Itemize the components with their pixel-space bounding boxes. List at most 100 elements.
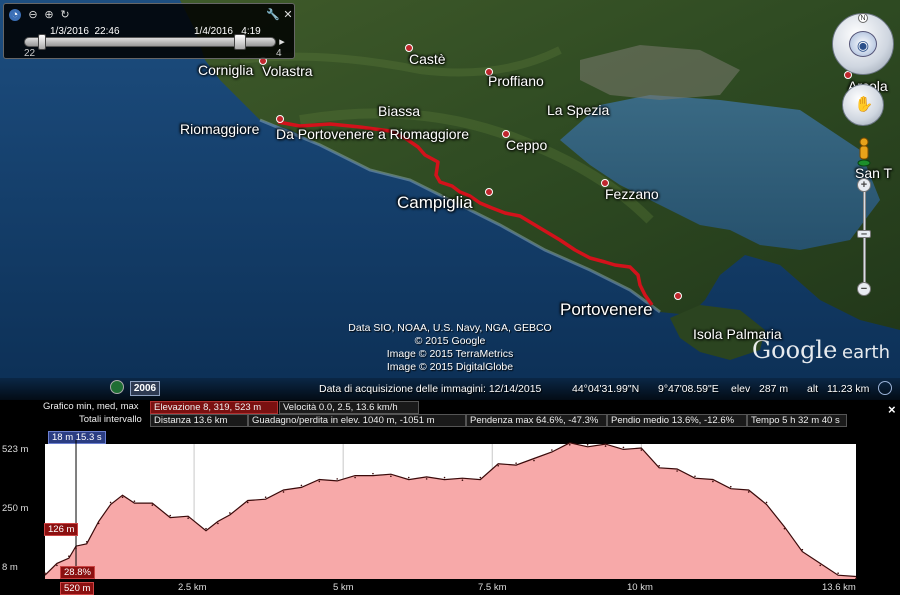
elevation-point — [694, 475, 696, 478]
start-date: 1/3/2016 22:46 — [50, 26, 120, 37]
slider-right-number: 4 — [276, 48, 282, 59]
totals-label: Totali intervallo — [79, 414, 142, 425]
cursor-distance-tag: 520 m — [60, 582, 95, 595]
elevation-point — [729, 485, 732, 488]
elevation-point — [819, 564, 822, 567]
north-icon[interactable]: N — [858, 13, 868, 23]
step-forward-icon[interactable]: ▸ — [276, 36, 288, 48]
refresh-icon[interactable]: ↻ — [59, 9, 71, 21]
place-pin[interactable] — [485, 188, 493, 196]
slider-left-number: 22 — [24, 48, 36, 59]
google-earth-window: Google earth Corniglia Volastra Castè Pr… — [0, 0, 900, 595]
elevation-chart[interactable] — [0, 440, 900, 595]
place-label-volastra[interactable]: Volastra — [262, 63, 313, 79]
zoom-out-button[interactable]: − — [857, 282, 871, 296]
acquisition-date: Data di acquisizione delle immagini: 12/… — [319, 383, 542, 395]
time-slider-end-handle[interactable] — [234, 34, 246, 50]
y-tick-label: 523 m — [2, 444, 29, 455]
wrench-icon[interactable]: 🔧 — [266, 9, 280, 21]
elevation-point — [783, 527, 786, 530]
elevation-point — [497, 464, 500, 467]
place-label-ceppo[interactable]: Ceppo — [506, 137, 547, 153]
elevation-point — [765, 501, 768, 504]
place-label-portovenere[interactable]: Portovenere — [560, 300, 653, 320]
zoom-out-time-icon[interactable]: ⊖ — [27, 9, 39, 21]
elevation-point — [97, 522, 100, 525]
elevation-point — [217, 522, 219, 525]
close-icon[interactable]: ✕ — [282, 9, 294, 21]
zoom-slider[interactable]: + – − — [857, 178, 871, 298]
elevation-point — [747, 491, 750, 493]
elevation-point — [133, 500, 136, 502]
elevation-point — [551, 449, 553, 451]
place-label-riomaggiore[interactable]: Riomaggiore — [180, 121, 259, 137]
svg-text:earth: earth — [842, 342, 890, 363]
place-label-la-spezia[interactable]: La Spezia — [547, 102, 609, 118]
place-label-campiglia[interactable]: Campiglia — [397, 193, 473, 213]
elevation-point — [479, 476, 482, 479]
route-label[interactable]: Da Portovenere a Riomaggiore — [276, 126, 469, 142]
place-label-caste[interactable]: Castè — [409, 51, 446, 67]
place-pin[interactable] — [674, 292, 682, 300]
avg-slope-stat: Pendio medio 13.6%, -12.6% — [607, 414, 747, 427]
pegman-icon[interactable] — [857, 137, 871, 167]
elevation-point — [68, 555, 70, 557]
place-label-biassa[interactable]: Biassa — [378, 103, 420, 119]
elevation-point — [169, 514, 172, 517]
speed-stat[interactable]: Velocità 0.0, 2.5, 13.6 km/h — [279, 401, 419, 414]
elevation-point — [264, 496, 267, 499]
zoom-in-button[interactable]: + — [857, 178, 871, 192]
elevation-gain-stat: Guadagno/perdita in elev. 1040 m, -1051 … — [248, 414, 466, 427]
elevation-point — [187, 517, 189, 519]
historical-imagery-icon[interactable] — [110, 380, 124, 394]
elevation-point — [533, 459, 535, 462]
distance-stat: Distanza 13.6 km — [150, 414, 248, 427]
elevation-point — [622, 446, 625, 449]
move-navigation-control[interactable]: ✋ — [842, 84, 884, 126]
elevation-stat[interactable]: Elevazione 8, 319, 523 m — [150, 401, 278, 414]
x-tick-label: 5 km — [333, 582, 354, 593]
time-stat: Tempo 5 h 32 m 40 s — [747, 414, 847, 427]
x-tick-label: 2.5 km — [178, 582, 207, 593]
x-tick-label: 13.6 km — [822, 582, 856, 593]
graph-label: Grafico min, med, max — [43, 401, 139, 412]
x-tick-label: 7.5 km — [478, 582, 507, 593]
look-navigation-control[interactable]: N ◉ — [832, 13, 894, 75]
elevation-point — [229, 512, 231, 514]
elevation-point — [318, 480, 321, 483]
end-date: 1/4/2016 4:19 — [194, 26, 261, 37]
eye-icon[interactable]: ◉ — [849, 31, 877, 57]
place-label-isola-palmaria[interactable]: Isola Palmaria — [693, 326, 782, 342]
alt-value: 11.23 km — [827, 383, 870, 395]
map-view[interactable]: Google earth Corniglia Volastra Castè Pr… — [0, 0, 900, 400]
elevation-point — [336, 478, 338, 480]
credit-line: Data SIO, NOAA, U.S. Navy, NGA, GEBCO — [348, 322, 552, 334]
place-pin[interactable] — [276, 115, 284, 123]
elevation-point — [515, 462, 517, 464]
close-profile-button[interactable]: × — [888, 402, 896, 417]
zoom-in-time-icon[interactable]: ⊕ — [43, 9, 55, 21]
elevation-point — [44, 572, 46, 575]
clock-icon[interactable]: ◔ — [9, 9, 21, 21]
time-slider-start-handle[interactable] — [38, 34, 46, 50]
credit-line: © 2015 Google — [414, 335, 486, 347]
credit-line: Image © 2015 TerraMetrics — [386, 348, 514, 360]
place-label-corniglia[interactable]: Corniglia — [198, 62, 253, 78]
elevation-point — [246, 501, 249, 504]
alt-label: alt — [807, 383, 819, 395]
place-label-fezzano[interactable]: Fezzano — [605, 186, 659, 202]
place-label-proffiano[interactable]: Proffiano — [488, 73, 544, 89]
elevation-point — [407, 476, 410, 479]
zoom-thumb[interactable]: – — [857, 229, 871, 240]
latitude: 44°04'31.99"N — [572, 383, 640, 395]
elevation-point — [205, 527, 207, 530]
elevation-point — [640, 449, 643, 451]
longitude: 9°47'08.59"E — [658, 383, 719, 395]
imagery-credits: Data SIO, NOAA, U.S. Navy, NGA, GEBCO © … — [330, 322, 570, 374]
y-tick-label: 250 m — [2, 503, 29, 514]
hand-icon[interactable]: ✋ — [854, 94, 874, 116]
status-bar: 2006 Data di acquisizione delle immagini… — [0, 378, 900, 400]
elevation-point — [354, 476, 356, 479]
elev-value: 287 m — [759, 383, 789, 395]
imagery-year-badge[interactable]: 2006 — [130, 381, 160, 396]
